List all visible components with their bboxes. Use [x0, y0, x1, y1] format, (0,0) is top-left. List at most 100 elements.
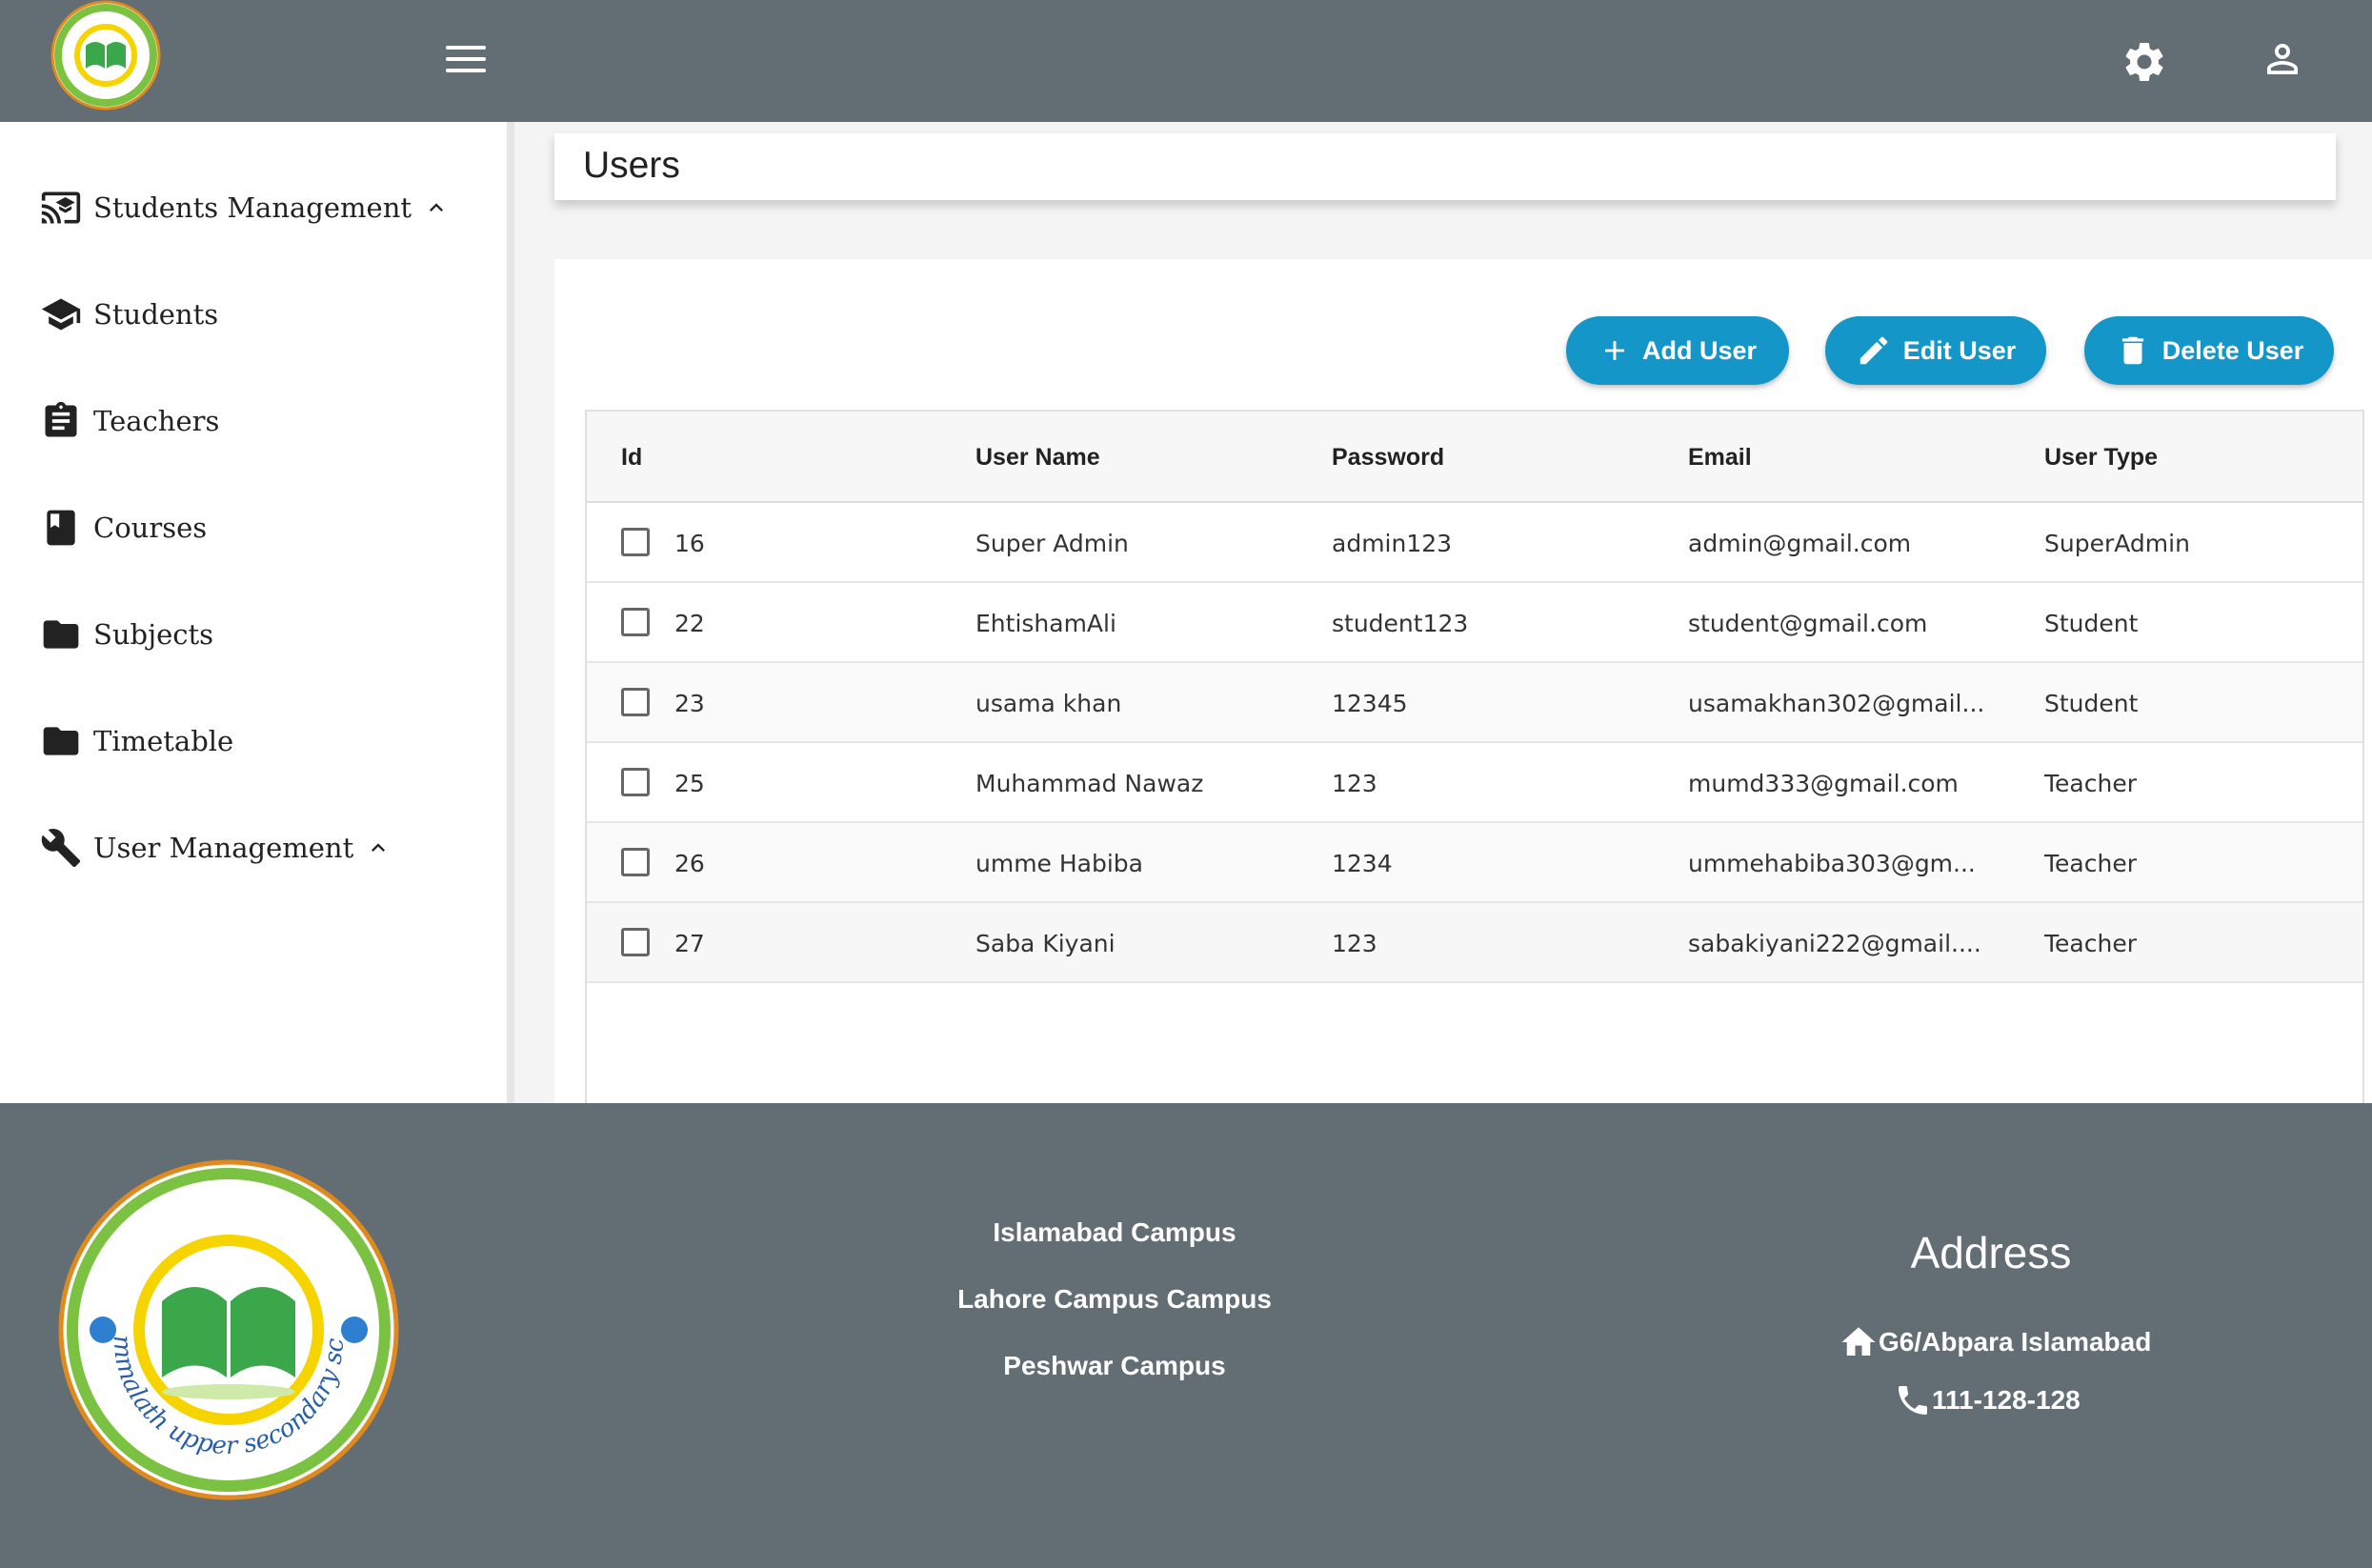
campus-peshwar[interactable]: Peshwar Campus	[829, 1351, 1400, 1381]
footer: Ghommalath upper secondary school Islama…	[0, 1103, 2372, 1568]
column-header-email[interactable]: Email	[1688, 444, 1752, 472]
cell-password: 1234	[1332, 850, 1393, 877]
phone-text: 111-128-128	[1932, 1385, 2081, 1415]
trash-icon	[2121, 336, 2143, 365]
edit-user-label: Edit User	[1902, 335, 2017, 365]
sidebar-item-timetable[interactable]: Timetable	[38, 713, 233, 770]
home-icon	[1841, 1327, 1876, 1356]
menu-icon-bar	[446, 57, 486, 61]
settings-icon[interactable]	[2121, 38, 2168, 86]
table-row[interactable]: 25 Muhammad Nawaz 123 mumd333@gmail.com …	[587, 743, 2362, 823]
table-row[interactable]: 27 Saba Kiyani 123 sabakiyani222@gmail..…	[587, 903, 2362, 983]
cell-email: mumd333@gmail.com	[1688, 770, 1959, 797]
sidebar: Students Management Students Teachers Co…	[0, 122, 514, 1103]
table-row[interactable]: 16 Super Admin admin123 admin@gmail.com …	[587, 503, 2362, 583]
edit-user-button[interactable]: Edit User	[1825, 316, 2046, 385]
sidebar-item-teachers[interactable]: Teachers	[38, 392, 219, 450]
cell-password: 123	[1332, 770, 1377, 797]
address-text: G6/Abpara Islamabad	[1879, 1327, 2152, 1357]
cell-user-type: Student	[2044, 610, 2139, 637]
wrench-icon	[38, 825, 84, 871]
top-app-bar	[0, 0, 2372, 122]
cell-user-type: Teacher	[2044, 770, 2137, 797]
campus-lahore[interactable]: Lahore Campus Campus	[829, 1284, 1400, 1315]
cell-user-name: umme Habiba	[975, 850, 1144, 877]
school-logo: Ghommalath upper secondary school	[57, 1158, 399, 1500]
sidebar-item-students-management[interactable]: Students Management	[38, 179, 450, 236]
book-icon	[38, 505, 84, 551]
cell-user-type: SuperAdmin	[2044, 530, 2190, 557]
cell-id: 16	[674, 530, 705, 557]
chevron-up-icon	[430, 203, 444, 211]
cell-email: sabakiyani222@gmail....	[1688, 930, 1981, 957]
row-checkbox[interactable]	[621, 528, 650, 556]
add-user-button[interactable]: Add User	[1566, 316, 1789, 385]
column-header-user-name[interactable]: User Name	[975, 444, 1100, 472]
cell-id: 26	[674, 850, 705, 877]
assignment-icon	[38, 398, 84, 444]
cell-user-name: Super Admin	[975, 530, 1129, 557]
sidebar-item-subjects[interactable]: Subjects	[38, 606, 213, 663]
cell-email: admin@gmail.com	[1688, 530, 1912, 557]
folder-icon	[38, 612, 84, 657]
cell-email: ummehabiba303@gm...	[1688, 850, 1976, 877]
cell-id: 23	[674, 690, 705, 717]
menu-icon-bar	[446, 46, 486, 50]
sidebar-item-students[interactable]: Students	[38, 286, 218, 343]
page-title: Users	[583, 145, 680, 186]
cell-email: student@gmail.com	[1688, 610, 1928, 637]
cell-email: usamakhan302@gmail...	[1688, 690, 1985, 717]
sidebar-item-label: Subjects	[93, 618, 214, 651]
add-user-label: Add User	[1641, 335, 1758, 365]
user-icon[interactable]	[2260, 36, 2305, 82]
table-row[interactable]: 26 umme Habiba 1234 ummehabiba303@gm... …	[587, 823, 2362, 903]
cell-id: 27	[674, 930, 705, 957]
cell-password: admin123	[1332, 530, 1453, 557]
row-checkbox[interactable]	[621, 688, 650, 716]
cell-user-name: EhtishamAli	[975, 610, 1116, 637]
page-title-card: Users	[554, 133, 2336, 200]
users-table: Id User Name Password Email User Type 16…	[585, 410, 2364, 1103]
address-title: Address	[1910, 1228, 2072, 1277]
plus-icon	[1605, 341, 1624, 360]
chevron-up-icon	[372, 843, 386, 852]
table-row[interactable]: 23 usama khan 12345 usamakhan302@gmail..…	[587, 663, 2362, 743]
sidebar-item-label: Courses	[93, 512, 208, 544]
cell-user-type: Student	[2044, 690, 2139, 717]
row-checkbox[interactable]	[621, 928, 650, 956]
address-line: G6/Abpara Islamabad	[1839, 1322, 2151, 1362]
sidebar-item-label: Timetable	[93, 725, 234, 757]
column-header-password[interactable]: Password	[1332, 444, 1444, 472]
delete-user-label: Delete User	[2161, 335, 2304, 365]
cell-id: 25	[674, 770, 705, 797]
campus-islamabad[interactable]: Islamabad Campus	[829, 1217, 1400, 1248]
cell-password: 12345	[1332, 690, 1408, 717]
column-header-id[interactable]: Id	[621, 444, 642, 472]
cell-password: 123	[1332, 930, 1377, 957]
sidebar-item-label: Students	[93, 298, 219, 331]
sidebar-item-label: Teachers	[93, 405, 220, 437]
column-header-user-type[interactable]: User Type	[2044, 444, 2158, 472]
table-row[interactable]: 22 EhtishamAli student123 student@gmail.…	[587, 583, 2362, 663]
school-logo[interactable]	[38, 0, 173, 111]
sidebar-item-user-management[interactable]: User Management	[38, 819, 392, 876]
row-checkbox[interactable]	[621, 768, 650, 796]
delete-user-button[interactable]: Delete User	[2084, 316, 2334, 385]
menu-button[interactable]	[446, 46, 486, 78]
cell-user-name: usama khan	[975, 690, 1122, 717]
cell-user-type: Teacher	[2044, 850, 2137, 877]
sidebar-item-label: Students Management	[93, 191, 412, 224]
school-icon	[38, 291, 84, 337]
row-checkbox[interactable]	[621, 848, 650, 876]
row-checkbox[interactable]	[621, 608, 650, 636]
cell-password: student123	[1332, 610, 1469, 637]
cell-user-name: Saba Kiyani	[975, 930, 1116, 957]
cast-for-education-icon	[38, 185, 84, 231]
menu-icon-bar	[446, 69, 486, 72]
table-header: Id User Name Password Email User Type	[587, 412, 2362, 503]
phone-line: 111-128-128	[1894, 1381, 2081, 1419]
pencil-icon	[1859, 336, 1887, 365]
cell-user-name: Muhammad Nawaz	[975, 770, 1204, 797]
cell-id: 22	[674, 610, 705, 637]
sidebar-item-courses[interactable]: Courses	[38, 499, 207, 556]
